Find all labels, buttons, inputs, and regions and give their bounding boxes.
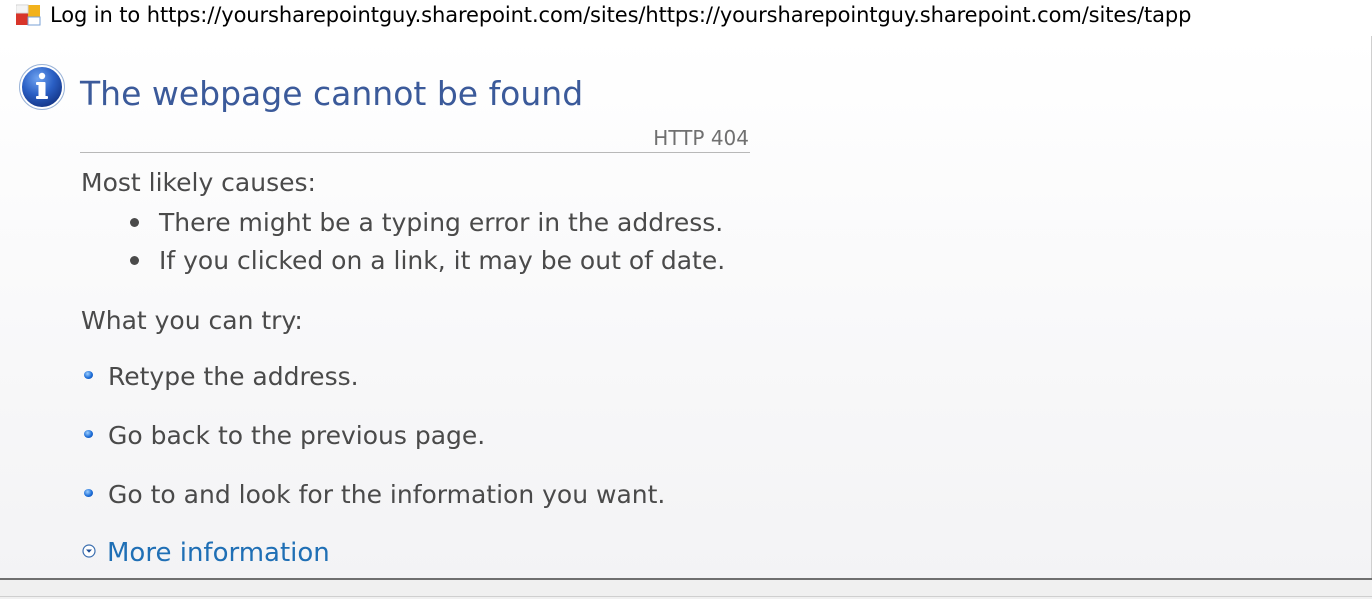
cause-text: If you clicked on a link, it may be out … <box>159 246 726 275</box>
more-information-label[interactable]: More information <box>107 538 330 568</box>
list-item: If you clicked on a link, it may be out … <box>130 246 725 275</box>
window-title: Log in to https://yoursharepointguy.shar… <box>50 3 1192 27</box>
blue-bullet-icon <box>84 371 93 379</box>
causes-heading: Most likely causes: <box>81 168 316 197</box>
list-item: There might be a typing error in the add… <box>130 208 723 237</box>
try-text: Go back to the previous page. <box>108 421 486 450</box>
page-title: The webpage cannot be found <box>80 74 584 113</box>
bullet-icon <box>130 217 139 227</box>
try-text: Go to and look for the information you w… <box>108 480 666 509</box>
dialog-window: Log in to https://yoursharepointguy.shar… <box>0 0 1372 599</box>
divider <box>80 152 750 153</box>
more-information-link[interactable]: More information <box>82 538 330 568</box>
list-item: Go back to the previous page. <box>84 421 485 450</box>
office-app-icon <box>16 4 41 26</box>
http-status-code: HTTP 404 <box>653 126 749 150</box>
error-page: The webpage cannot be found HTTP 404 Mos… <box>0 36 1372 578</box>
bottom-edge <box>0 596 1372 597</box>
info-icon <box>19 64 65 110</box>
blue-bullet-icon <box>84 430 93 438</box>
bullet-icon <box>130 255 139 265</box>
list-item: Retype the address. <box>84 362 359 391</box>
cause-text: There might be a typing error in the add… <box>159 208 724 237</box>
blue-bullet-icon <box>84 489 93 497</box>
list-item: Go to and look for the information you w… <box>84 480 665 509</box>
try-heading: What you can try: <box>81 306 303 335</box>
chevron-down-circle-icon <box>82 543 96 558</box>
title-bar: Log in to https://yoursharepointguy.shar… <box>0 0 1372 36</box>
try-text: Retype the address. <box>108 362 359 391</box>
